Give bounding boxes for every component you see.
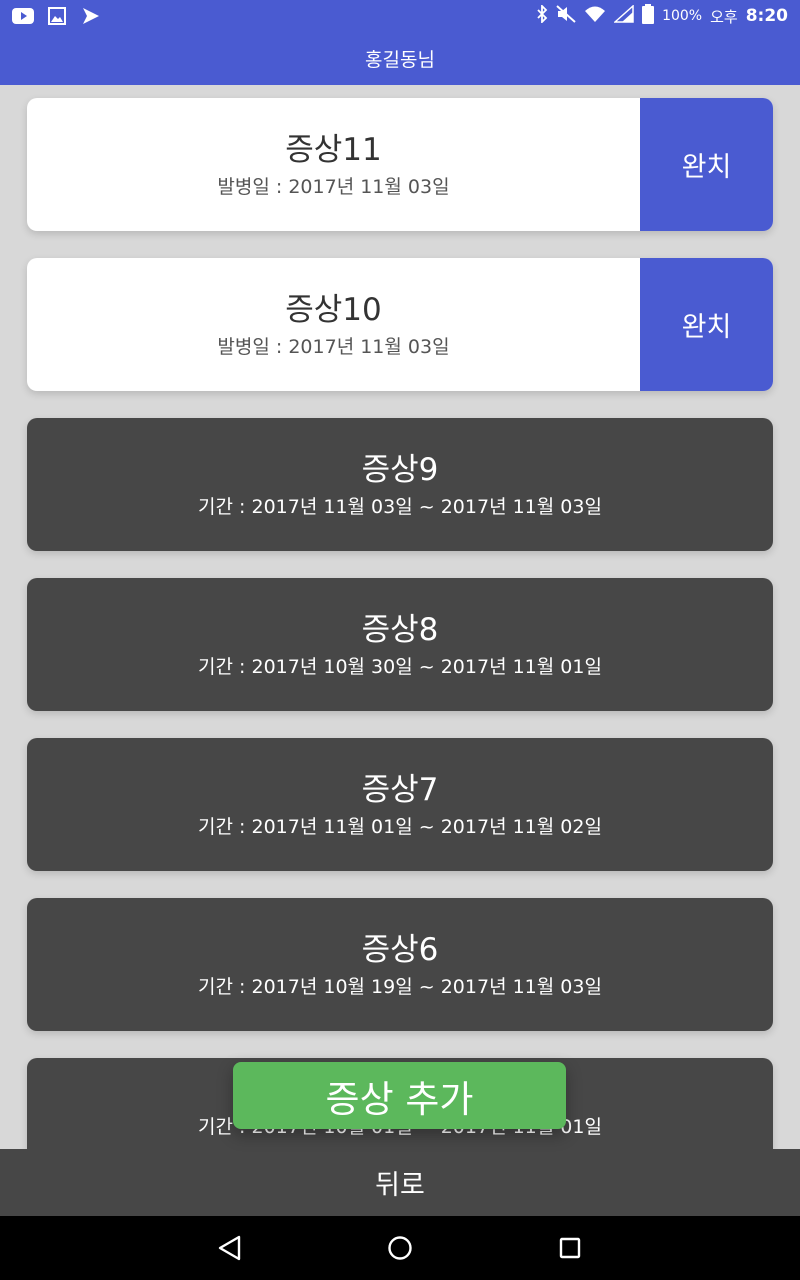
symptom-card-8[interactable]: 증상8 기간 : 2017년 10월 30일 ~ 2017년 11월 01일 bbox=[27, 578, 773, 711]
symptom-title: 증상6 bbox=[361, 931, 439, 968]
symptom-onset-date: 발병일 : 2017년 11월 03일 bbox=[217, 175, 450, 198]
symptom-title: 증상11 bbox=[285, 131, 382, 168]
symptom-card-9[interactable]: 증상9 기간 : 2017년 11월 03일 ~ 2017년 11월 03일 bbox=[27, 418, 773, 551]
symptom-title: 증상7 bbox=[361, 771, 439, 808]
symptom-period: 기간 : 2017년 10월 30일 ~ 2017년 11월 01일 bbox=[198, 655, 602, 678]
symptom-onset-date: 발병일 : 2017년 11월 03일 bbox=[217, 335, 450, 358]
symptom-list[interactable]: 증상11 발병일 : 2017년 11월 03일 완치 증상10 발병일 : 2… bbox=[0, 85, 800, 1149]
symptom-card-7[interactable]: 증상7 기간 : 2017년 11월 01일 ~ 2017년 11월 02일 bbox=[27, 738, 773, 871]
symptom-card-11[interactable]: 증상11 발병일 : 2017년 11월 03일 완치 bbox=[27, 98, 773, 231]
symptom-title: 증상10 bbox=[285, 291, 382, 328]
nav-recents-icon[interactable] bbox=[554, 1232, 586, 1264]
symptom-card-10[interactable]: 증상10 발병일 : 2017년 11월 03일 완치 bbox=[27, 258, 773, 391]
mute-icon bbox=[556, 5, 576, 27]
bluetooth-icon bbox=[536, 3, 548, 27]
back-button-label: 뒤로 bbox=[375, 1170, 425, 1201]
status-bar: 100% 오후 8:20 bbox=[0, 0, 800, 32]
am-pm-label: 오후 bbox=[710, 7, 738, 26]
app-bar: 홍길동님 bbox=[0, 32, 800, 85]
symptom-title: 증상8 bbox=[361, 611, 439, 648]
app-check-icon bbox=[80, 6, 102, 26]
wifi-icon bbox=[584, 5, 606, 27]
symptom-period: 기간 : 2017년 11월 01일 ~ 2017년 11월 02일 bbox=[198, 815, 602, 838]
battery-icon bbox=[642, 4, 655, 28]
nav-home-icon[interactable] bbox=[384, 1232, 416, 1264]
symptom-period: 기간 : 2017년 10월 19일 ~ 2017년 11월 03일 bbox=[198, 975, 602, 998]
symptom-title: 증상9 bbox=[361, 451, 439, 488]
nav-back-icon[interactable] bbox=[214, 1232, 246, 1264]
system-nav-bar bbox=[0, 1216, 800, 1280]
symptom-period: 기간 : 2017년 11월 03일 ~ 2017년 11월 03일 bbox=[198, 495, 602, 518]
back-button[interactable]: 뒤로 bbox=[0, 1149, 800, 1216]
symptom-card-6[interactable]: 증상6 기간 : 2017년 10월 19일 ~ 2017년 11월 03일 bbox=[27, 898, 773, 1031]
page-title: 홍길동님 bbox=[365, 49, 435, 71]
youtube-icon bbox=[12, 6, 34, 26]
signal-icon bbox=[613, 4, 634, 27]
cure-button[interactable]: 완치 bbox=[640, 258, 773, 391]
cure-button[interactable]: 완치 bbox=[640, 98, 773, 231]
clock-time: 8:20 bbox=[745, 6, 788, 26]
add-symptom-button[interactable]: 증상 추가 bbox=[233, 1062, 566, 1129]
battery-percent: 100% bbox=[662, 8, 703, 24]
gallery-icon bbox=[46, 6, 68, 26]
